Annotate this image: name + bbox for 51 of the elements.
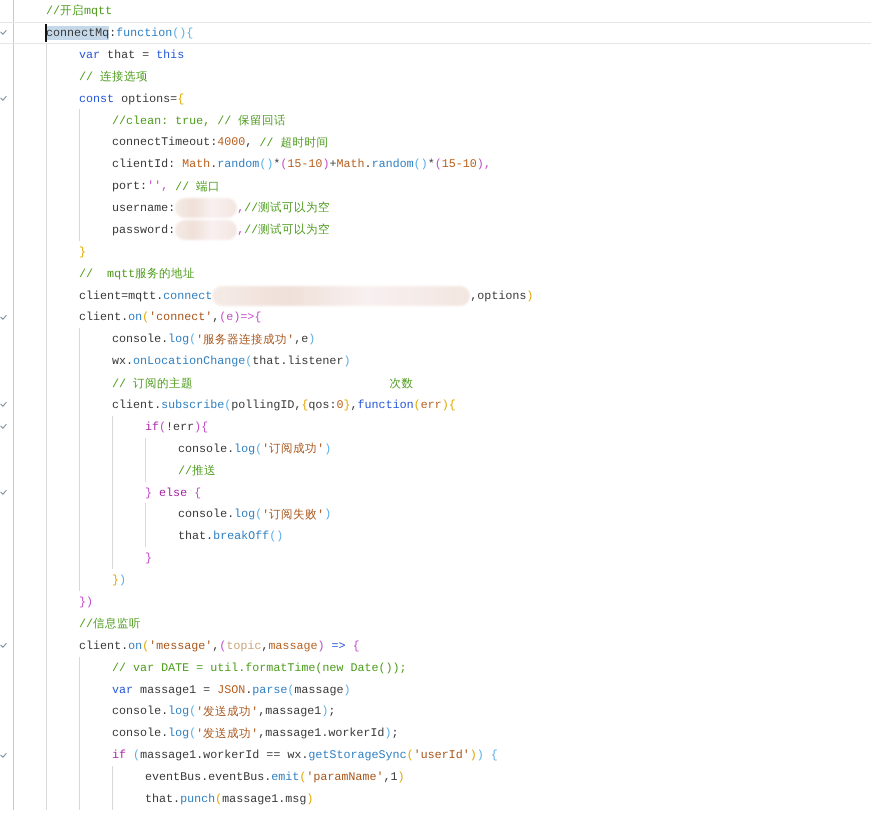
code-text: that.breakOff(): [178, 528, 284, 546]
code-text: if (massage1.workerId == wx.getStorageSync('userId')) {: [112, 747, 498, 764]
code-text: if(!err){: [145, 418, 208, 436]
code-text: console.log('订阅成功'): [178, 440, 332, 458]
code-text: port:'', // 端口: [112, 178, 220, 196]
code-text: that.punch(massage1.msg): [145, 791, 314, 808]
code-text: //开启mqtt: [46, 3, 112, 20]
code-text: console.log('订阅失败'): [178, 506, 332, 524]
code-text: // 连接选项: [79, 69, 148, 86]
code-text: // var DATE = util.formatTime(new Date());: [112, 660, 407, 677]
code-text: eventBus.eventBus.emit('paramName',1): [145, 769, 405, 786]
code-text: clientId: Math.random()*(15-10)+Math.random()*(15-10),: [112, 156, 491, 174]
code-text: console.log('发送成功',massage1);: [112, 703, 336, 721]
code-text: wx.onLocationChange(that.listener): [112, 353, 350, 370]
chevron-icon[interactable]: [0, 423, 7, 430]
code-text: }: [79, 244, 86, 261]
code-text: var massage1 = JSON.parse(massage): [112, 682, 351, 699]
code-text: connectTimeout:4000, // 超时时间: [112, 134, 328, 152]
chevron-icon[interactable]: [0, 752, 7, 759]
code-text: client=mqtt.connect: [79, 288, 212, 305]
code-text: // 订阅的主题 次数: [112, 376, 414, 393]
code-text: }): [79, 594, 94, 611]
code-text: ,//测试可以为空: [237, 222, 330, 240]
code-text: password:: [112, 222, 176, 239]
code-text: client.on('message',(topic,massage) => {: [79, 638, 360, 655]
code-text: }): [112, 572, 126, 590]
code-text: connectMq:function(){: [46, 24, 194, 42]
redaction-blur: [175, 220, 238, 240]
code-text: ,//测试可以为空: [237, 200, 330, 218]
code-text: //信息监听: [79, 616, 142, 634]
code-text: client.on('connect',(e)=>{: [79, 309, 262, 326]
code-text: }: [145, 550, 152, 568]
chevron-icon[interactable]: [0, 95, 7, 102]
chevron-icon[interactable]: [0, 29, 7, 36]
code-text: //clean: true, // 保留回话: [112, 112, 286, 130]
code-text: //推送: [178, 463, 216, 480]
chevron-icon[interactable]: [0, 401, 7, 408]
text-cursor: [45, 24, 47, 42]
code-text: username:: [112, 200, 176, 217]
code-text: console.log('发送成功',massage1.workerId);: [112, 725, 398, 743]
code-text: const options={: [79, 90, 184, 108]
code-text: ,options): [470, 288, 534, 305]
code-text: // mqtt服务的地址: [79, 266, 196, 284]
code-text: client.subscribe(pollingID,{qos:0},function(err){: [112, 396, 456, 414]
chevron-icon[interactable]: [0, 642, 7, 650]
code-text: } else {: [145, 484, 202, 502]
redaction-blur: [175, 198, 238, 218]
chevron-icon[interactable]: [0, 314, 7, 321]
code-text: console.log('服务器连接成功',e): [112, 331, 316, 349]
chevron-icon[interactable]: [0, 489, 7, 496]
code-text: var that = this: [79, 46, 184, 64]
